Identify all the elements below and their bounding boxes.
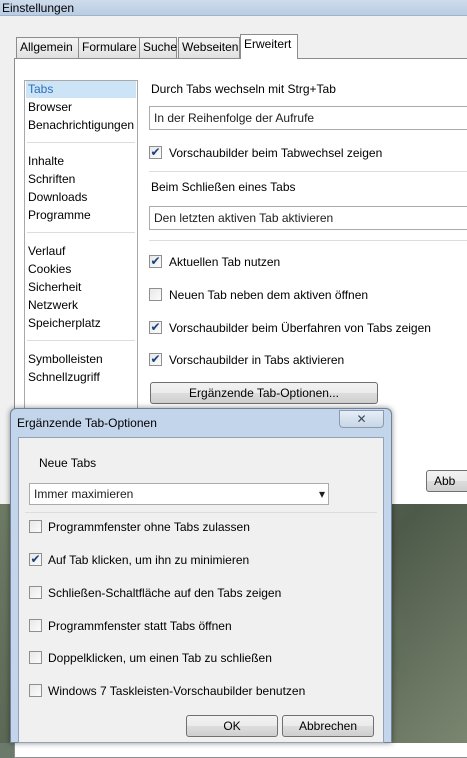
- new-tabs-label: Neue Tabs: [39, 456, 97, 470]
- tab-thumbnails-checkbox[interactable]: ✔: [149, 352, 162, 366]
- use-current-tab-checkbox[interactable]: ✔: [149, 254, 162, 268]
- section-divider: [149, 171, 467, 172]
- tab-thumbnails-label: Vorschaubilder in Tabs aktivieren: [169, 353, 345, 367]
- check-icon: ✔: [150, 320, 161, 334]
- extra-tab-options-dialog: Ergänzende Tab-Optionen ✕ Neue Tabs Imme…: [10, 408, 392, 743]
- category-item-storage[interactable]: Speicherplatz: [26, 315, 136, 332]
- click-minimize-checkbox[interactable]: ✔: [29, 552, 42, 566]
- preview-on-switch-checkbox[interactable]: ✔: [149, 145, 162, 159]
- more-tab-options-button[interactable]: Ergänzende Tab-Optionen...: [150, 382, 378, 404]
- tab-close-dropdown[interactable]: Den letzten aktiven Tab aktivieren: [149, 206, 467, 230]
- cancel-button[interactable]: Abbrechen: [282, 715, 374, 737]
- double-click-close-label: Doppelklicken, um einen Tab zu schließen: [48, 651, 272, 665]
- check-icon: ✔: [150, 352, 161, 366]
- title-bar[interactable]: Einstellungen: [0, 0, 467, 16]
- tab-webseiten[interactable]: Webseiten: [178, 37, 240, 58]
- tab-erweitert[interactable]: Erweitert: [240, 34, 298, 59]
- tab-switch-label: Durch Tabs wechseln mit Strg+Tab: [151, 82, 336, 96]
- category-divider: [27, 142, 135, 143]
- open-windows-checkbox[interactable]: [29, 619, 42, 632]
- category-item-content[interactable]: Inhalte: [26, 153, 136, 170]
- open-next-to-active-checkbox[interactable]: [149, 288, 162, 301]
- open-windows-label: Programmfenster statt Tabs öffnen: [48, 619, 232, 633]
- section-divider: [25, 512, 377, 513]
- chevron-down-icon: ▾: [318, 487, 325, 501]
- taskbar-previews-label: Windows 7 Taskleisten-Vorschaubilder ben…: [48, 684, 306, 698]
- category-item-tabs[interactable]: Tabs: [26, 81, 136, 98]
- category-item-notifications[interactable]: Benachrichtigungen: [26, 117, 136, 134]
- use-current-tab-label: Aktuellen Tab nutzen: [169, 255, 281, 269]
- category-item-programs[interactable]: Programme: [26, 207, 136, 224]
- window-title: Einstellungen: [2, 1, 75, 15]
- hover-previews-label: Vorschaubilder beim Überfahren von Tabs …: [169, 321, 431, 335]
- preview-on-switch-label: Vorschaubilder beim Tabwechsel zeigen: [169, 146, 383, 160]
- open-next-to-active-label: Neuen Tab neben dem aktiven öffnen: [169, 288, 369, 302]
- tab-switch-value: In der Reihenfolge der Aufrufe: [154, 111, 315, 125]
- category-item-speed-dial[interactable]: Schnellzugriff: [26, 369, 136, 386]
- category-item-fonts[interactable]: Schriften: [26, 171, 136, 188]
- category-item-browser[interactable]: Browser: [26, 99, 136, 116]
- tab-allgemein[interactable]: Allgemein: [16, 37, 79, 58]
- category-divider: [27, 232, 135, 233]
- category-item-downloads[interactable]: Downloads: [26, 189, 136, 206]
- category-item-network[interactable]: Netzwerk: [26, 297, 136, 314]
- dialog-body: Neue Tabs Immer maximieren ▾ Programmfen…: [18, 437, 384, 743]
- taskbar-previews-checkbox[interactable]: [29, 684, 42, 697]
- category-item-cookies[interactable]: Cookies: [26, 261, 136, 278]
- click-minimize-label: Auf Tab klicken, um ihn zu minimieren: [48, 553, 250, 567]
- category-item-toolbars[interactable]: Symbolleisten: [26, 351, 136, 368]
- tab-switch-dropdown[interactable]: In der Reihenfolge der Aufrufe: [149, 106, 467, 130]
- double-click-close-checkbox[interactable]: [29, 651, 42, 664]
- dialog-title: Ergänzende Tab-Optionen: [17, 416, 157, 430]
- section-divider: [149, 240, 467, 241]
- check-icon: ✔: [150, 254, 161, 268]
- new-tabs-dropdown[interactable]: Immer maximieren ▾: [29, 483, 329, 505]
- cancel-button-partial[interactable]: Abb: [426, 470, 467, 492]
- new-tabs-value: Immer maximieren: [34, 487, 134, 501]
- tab-suche[interactable]: Suche: [139, 37, 177, 58]
- check-icon: ✔: [150, 145, 161, 159]
- tab-formulare[interactable]: Formulare: [78, 37, 140, 58]
- ok-button[interactable]: OK: [186, 715, 278, 737]
- hover-previews-checkbox[interactable]: ✔: [149, 320, 162, 334]
- close-icon[interactable]: ✕: [339, 410, 384, 428]
- allow-no-tabs-label: Programmfenster ohne Tabs zulassen: [48, 520, 250, 534]
- tab-close-value: Den letzten aktiven Tab aktivieren: [154, 211, 334, 225]
- show-close-button-checkbox[interactable]: [29, 586, 42, 599]
- tab-close-label: Beim Schließen eines Tabs: [151, 180, 296, 194]
- category-divider: [27, 340, 135, 341]
- check-icon: ✔: [30, 552, 41, 566]
- allow-no-tabs-checkbox[interactable]: [29, 520, 42, 533]
- category-item-security[interactable]: Sicherheit: [26, 279, 136, 296]
- category-item-history[interactable]: Verlauf: [26, 243, 136, 260]
- show-close-button-label: Schließen-Schaltfläche auf den Tabs zeig…: [48, 586, 282, 600]
